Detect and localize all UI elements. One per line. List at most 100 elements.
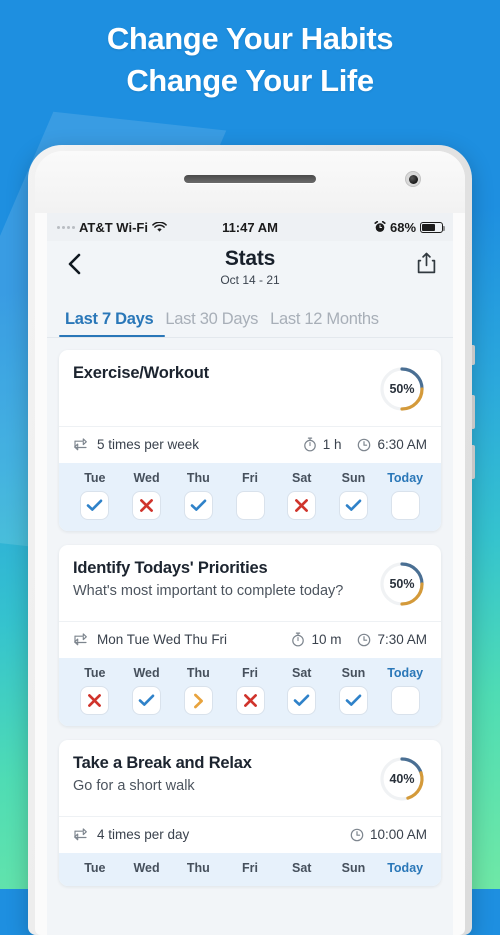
habit-title: Identify Todays' Priorities [73,559,268,577]
habit-schedule: 5 times per week 1 h 6:30 AM [59,427,441,463]
day-cell: Tue [69,471,121,520]
day-checkbox-empty[interactable] [390,686,420,715]
duration: 1 h [303,437,341,452]
day-cell: Tue [69,861,121,875]
day-cell: Fri [224,861,276,875]
day-checkbox-failed[interactable] [80,686,110,715]
clock-icon [350,828,364,842]
back-chevron-icon[interactable] [61,251,87,277]
day-checkbox-skipped[interactable] [183,686,213,715]
phone-frame: AT&T Wi-Fi 11:47 AM 68% Stats Oct 14 - 2… [28,145,475,935]
day-label: Fri [242,861,258,875]
share-icon[interactable] [413,249,439,277]
wifi-icon [152,221,167,233]
day-label: Tue [84,471,106,485]
reminder-time: 10:00 AM [350,827,427,842]
day-cell: Sun [328,861,380,875]
check-icon [345,694,362,707]
day-label: Thu [186,471,210,485]
duration: 10 m [291,632,341,647]
day-label-today: Today [387,861,424,875]
check-icon [293,694,310,707]
day-cell: Sun [328,471,380,520]
day-label: Tue [84,666,106,680]
cross-icon [87,693,102,708]
day-cell: Sat [276,861,328,875]
day-checkbox-empty[interactable] [390,491,420,520]
day-checkbox-done[interactable] [338,491,368,520]
habit-week-row: Tue Wed Thu Fri Sat Sun Today [59,853,441,886]
day-cell: Thu [172,666,224,715]
day-checkbox-done[interactable] [338,686,368,715]
day-cell: Sun [328,666,380,715]
day-label: Sat [292,666,312,680]
battery-icon [420,221,446,233]
status-bar: AT&T Wi-Fi 11:47 AM 68% [47,213,453,241]
cross-icon [243,693,258,708]
progress-value: 50% [389,577,415,591]
phone-button-volume-up[interactable] [472,395,475,429]
front-camera-icon [405,171,421,187]
promo-headline-line2: Change Your Life [126,62,374,98]
clock-icon [357,633,371,647]
day-cell: Today [379,666,431,715]
day-checkbox-failed[interactable] [132,491,162,520]
tab-last-7-days[interactable]: Last 7 Days [59,310,166,337]
check-icon [345,499,362,512]
tab-last-30-days[interactable]: Last 30 Days [159,310,264,337]
tab-last-12-months[interactable]: Last 12 Months [264,310,385,337]
progress-value: 40% [389,772,415,786]
day-cell: Thu [172,471,224,520]
day-label: Wed [133,861,160,875]
day-cell: Today [379,471,431,520]
day-checkbox-failed[interactable] [287,491,317,520]
habit-card-header: Identify Todays' Priorities What's most … [59,545,441,621]
phone-button-mute[interactable] [472,345,475,365]
day-label: Thu [186,861,210,875]
habit-week-row: Tue Wed Thu Fri Sat Sun Today [59,658,441,726]
app-screen: AT&T Wi-Fi 11:47 AM 68% Stats Oct 14 - 2… [47,213,453,935]
habit-card[interactable]: Take a Break and Relax Go for a short wa… [59,740,441,886]
alarm-clock-icon [374,221,386,233]
day-checkbox-failed[interactable] [235,686,265,715]
day-label: Sun [341,471,366,485]
day-cell: Wed [121,666,173,715]
stopwatch-icon [291,632,305,647]
habit-week-row: Tue Wed Thu Fri Sat Sun Today [59,463,441,531]
day-label: Fri [242,471,258,485]
phone-top-bezel [35,151,465,213]
habit-card[interactable]: Exercise/Workout 50% 5 times per week 1 … [59,350,441,531]
habit-schedule: Mon Tue Wed Thu Fri 10 m 7:30 AM [59,622,441,658]
check-icon [138,694,155,707]
date-range-label: Oct 14 - 21 [220,273,280,288]
day-label: Tue [84,861,106,875]
check-icon [86,499,103,512]
habit-subtitle: Go for a short walk [73,777,195,794]
day-checkbox-done[interactable] [183,491,213,520]
day-checkbox-done[interactable] [132,686,162,715]
habit-card-header: Exercise/Workout 50% [59,350,441,426]
cross-icon [139,498,154,513]
habit-card[interactable]: Identify Todays' Priorities What's most … [59,545,441,726]
earpiece-speaker-icon [184,175,316,183]
day-checkbox-done[interactable] [287,686,317,715]
day-label-today: Today [387,666,424,680]
day-cell: Sat [276,471,328,520]
reminder-time-label: 7:30 AM [377,632,427,647]
repeat-icon [73,827,88,842]
phone-button-volume-down[interactable] [472,445,475,479]
status-bar-time: 11:47 AM [222,219,278,235]
cross-icon [294,498,309,513]
chevron-right-icon [192,693,205,709]
reminder-time: 7:30 AM [357,632,427,647]
day-cell: Sat [276,666,328,715]
reminder-time: 6:30 AM [357,437,427,452]
day-checkbox-empty[interactable] [235,491,265,520]
page-title: Stats [224,247,276,270]
day-cell: Fri [224,471,276,520]
day-checkbox-done[interactable] [80,491,110,520]
check-icon [190,499,207,512]
reminder-time-label: 10:00 AM [369,827,427,842]
repeat-label: 4 times per day [97,827,190,842]
progress-value: 50% [389,382,415,396]
